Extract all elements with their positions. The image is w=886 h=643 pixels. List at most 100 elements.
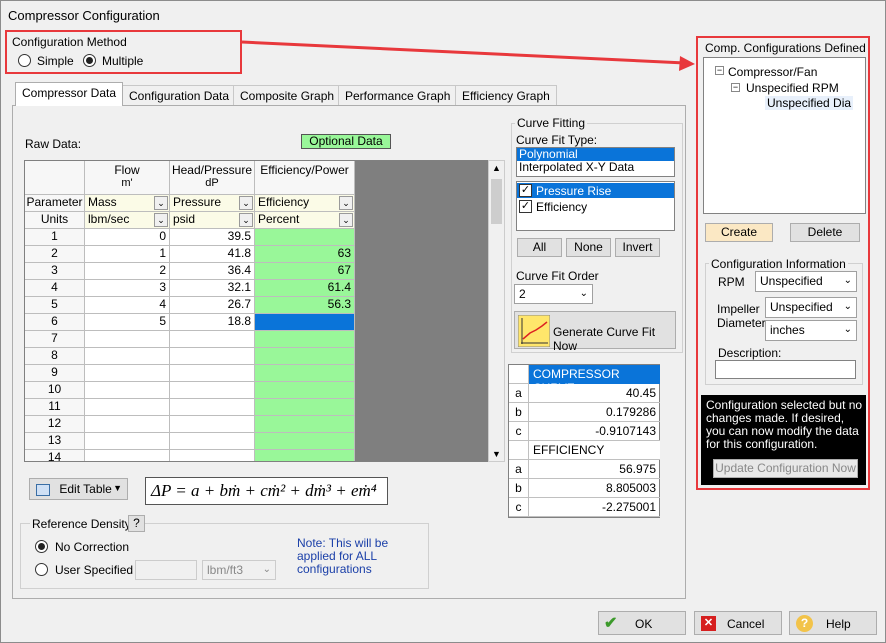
efficiency-cell[interactable]: 63 — [255, 246, 355, 263]
curve-fit-order-select[interactable]: 2 ⌄ — [514, 284, 593, 304]
density-value-input[interactable] — [135, 560, 197, 580]
tree-node-compressor[interactable]: Compressor/Fan — [728, 65, 817, 79]
column-header[interactable]: Flow m' — [85, 161, 170, 195]
efficiency-cell[interactable] — [255, 450, 355, 461]
tree-node-dia[interactable]: Unspecified Dia — [765, 96, 854, 110]
tab-composite-graph[interactable]: Composite Graph — [233, 85, 342, 105]
ok-button[interactable]: ✔ OK — [598, 611, 686, 635]
efficiency-cell[interactable] — [255, 365, 355, 382]
efficiency-cell[interactable] — [255, 331, 355, 348]
delete-button[interactable]: Delete — [790, 223, 860, 242]
parameter-select[interactable]: Mass ⌄ — [85, 195, 170, 212]
parameter-select[interactable]: Efficiency ⌄ — [255, 195, 355, 212]
efficiency-cell[interactable] — [255, 314, 355, 331]
flow-cell[interactable] — [85, 399, 170, 416]
chevron-down-icon[interactable]: ⌄ — [239, 213, 253, 227]
units-select[interactable]: Percent ⌄ — [255, 212, 355, 229]
none-button[interactable]: None — [566, 238, 611, 257]
flow-cell[interactable] — [85, 433, 170, 450]
tree-node-rpm[interactable]: Unspecified RPM — [746, 81, 839, 95]
pressure-cell[interactable] — [170, 331, 255, 348]
invert-button[interactable]: Invert — [615, 238, 660, 257]
reference-density-help-button[interactable]: ? — [128, 515, 145, 532]
flow-cell[interactable] — [85, 416, 170, 433]
generate-curve-fit-button[interactable]: Generate Curve Fit Now — [514, 311, 676, 353]
pressure-cell[interactable] — [170, 365, 255, 382]
efficiency-cell[interactable] — [255, 229, 355, 246]
radio-simple[interactable] — [18, 54, 31, 67]
efficiency-cell[interactable]: 67 — [255, 263, 355, 280]
flow-cell[interactable]: 3 — [85, 280, 170, 297]
units-select[interactable]: psid ⌄ — [170, 212, 255, 229]
pressure-cell[interactable] — [170, 399, 255, 416]
tab-configuration-data[interactable]: Configuration Data — [122, 85, 237, 105]
flow-cell[interactable]: 5 — [85, 314, 170, 331]
flow-cell[interactable]: 4 — [85, 297, 170, 314]
pressure-cell[interactable] — [170, 433, 255, 450]
flow-cell[interactable] — [85, 348, 170, 365]
curve-type-interpolated[interactable]: Interpolated X-Y Data — [517, 161, 674, 174]
scroll-up-arrow[interactable]: ▲ — [492, 163, 501, 173]
efficiency-cell[interactable] — [255, 416, 355, 433]
parameter-select[interactable]: Pressure ⌄ — [170, 195, 255, 212]
pressure-rise-checkbox[interactable]: ✓ — [519, 184, 532, 197]
efficiency-checkbox[interactable]: ✓ — [519, 200, 532, 213]
update-configuration-button[interactable]: Update Configuration Now — [713, 459, 858, 478]
tab-performance-graph[interactable]: Performance Graph — [338, 85, 458, 105]
efficiency-cell[interactable] — [255, 399, 355, 416]
chevron-down-icon[interactable]: ⌄ — [339, 196, 353, 210]
column-header[interactable]: Efficiency/Power — [255, 161, 355, 195]
radio-no-correction[interactable] — [35, 540, 48, 553]
help-label: Help — [826, 617, 851, 631]
help-button[interactable]: ? Help — [789, 611, 877, 635]
cancel-button[interactable]: ✕ Cancel — [694, 611, 782, 635]
description-input[interactable] — [715, 360, 856, 379]
chevron-down-icon[interactable]: ⌄ — [154, 213, 168, 227]
pressure-cell[interactable] — [170, 416, 255, 433]
tab-compressor-data[interactable]: Compressor Data — [15, 82, 124, 106]
pressure-cell[interactable] — [170, 348, 255, 365]
flow-cell[interactable] — [85, 365, 170, 382]
flow-cell[interactable] — [85, 382, 170, 399]
edit-table-button[interactable]: Edit Table ▼ — [29, 478, 128, 500]
flow-cell[interactable]: 1 — [85, 246, 170, 263]
all-button[interactable]: All — [517, 238, 562, 257]
impeller-units-select[interactable]: inches ⌄ — [765, 320, 857, 341]
pressure-cell[interactable] — [170, 382, 255, 399]
pressure-cell[interactable]: 32.1 — [170, 280, 255, 297]
radio-multiple[interactable] — [83, 54, 96, 67]
efficiency-cell[interactable]: 56.3 — [255, 297, 355, 314]
column-header[interactable]: Head/Pressure dP — [170, 161, 255, 195]
impeller-select[interactable]: Unspecified ⌄ — [765, 297, 857, 318]
efficiency-cell[interactable]: 61.4 — [255, 280, 355, 297]
chevron-down-icon[interactable]: ⌄ — [154, 196, 168, 210]
units-select[interactable]: lbm/sec ⌄ — [85, 212, 170, 229]
pressure-cell[interactable]: 41.8 — [170, 246, 255, 263]
flow-cell[interactable]: 2 — [85, 263, 170, 280]
curve-fit-type-list[interactable]: Polynomial Interpolated X-Y Data — [516, 147, 675, 177]
tree-expand-icon-rpm[interactable]: − — [731, 83, 740, 92]
flow-cell[interactable] — [85, 331, 170, 348]
efficiency-cell[interactable] — [255, 382, 355, 399]
pressure-cell[interactable]: 26.7 — [170, 297, 255, 314]
tree-expand-icon[interactable]: − — [715, 66, 724, 75]
chevron-down-icon[interactable]: ⌄ — [239, 196, 253, 210]
efficiency-cell[interactable] — [255, 348, 355, 365]
density-units-select[interactable]: lbm/ft3 ⌄ — [202, 560, 276, 580]
efficiency-cell[interactable] — [255, 433, 355, 450]
flow-cell[interactable] — [85, 450, 170, 461]
chevron-down-icon[interactable]: ⌄ — [339, 213, 353, 227]
pressure-cell[interactable]: 36.4 — [170, 263, 255, 280]
coef-key: a — [509, 384, 529, 403]
scroll-thumb[interactable] — [491, 179, 502, 224]
scroll-down-arrow[interactable]: ▼ — [492, 449, 501, 459]
create-button[interactable]: Create — [705, 223, 773, 242]
pressure-cell[interactable]: 39.5 — [170, 229, 255, 246]
radio-user-specified[interactable] — [35, 563, 48, 576]
pressure-cell[interactable]: 18.8 — [170, 314, 255, 331]
grid-scrollbar[interactable]: ▲ ▼ — [488, 160, 505, 462]
pressure-cell[interactable] — [170, 450, 255, 461]
rpm-select[interactable]: Unspecified ⌄ — [755, 271, 857, 292]
tab-efficiency-graph[interactable]: Efficiency Graph — [455, 85, 557, 105]
flow-cell[interactable]: 0 — [85, 229, 170, 246]
